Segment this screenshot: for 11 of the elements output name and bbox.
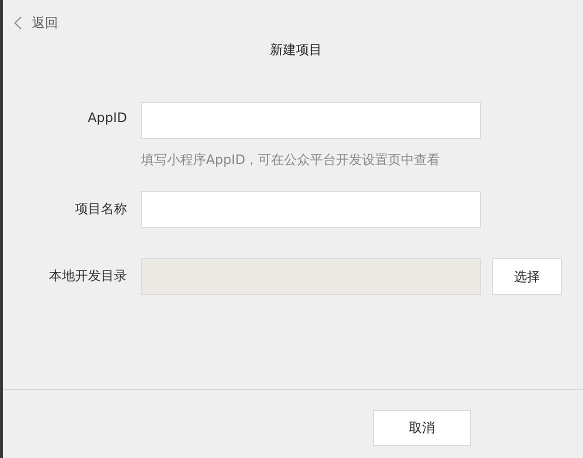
input-field[interactable]	[141, 102, 481, 139]
field-label: 项目名称	[74, 201, 127, 219]
dialog-title: 新建项目	[269, 44, 323, 60]
choose-button[interactable]: 选择	[492, 258, 562, 295]
hint-text: 填写小程序AppID，可在公众平台开发设置页中查看	[141, 152, 442, 169]
back-link[interactable]: 返回	[14, 14, 58, 32]
field-label: 本地开发目录	[48, 268, 127, 286]
cancel-button[interactable]: 取消	[373, 410, 471, 446]
input-field[interactable]	[141, 191, 481, 228]
field-label: AppID	[86, 110, 127, 128]
chevron-left-icon	[14, 16, 22, 30]
